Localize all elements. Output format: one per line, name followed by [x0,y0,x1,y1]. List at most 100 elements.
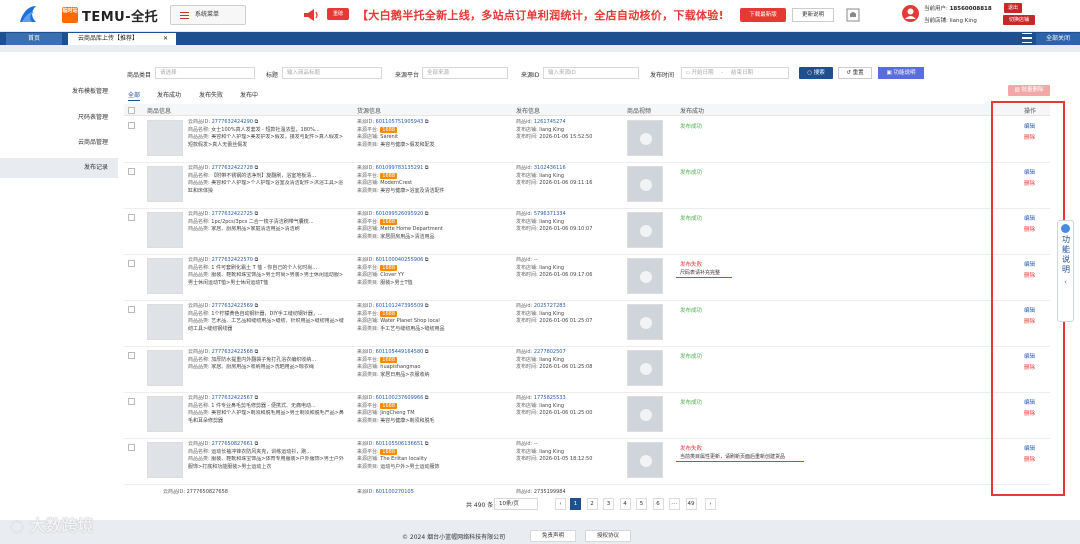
product-info: 云商品ID: 2777632422568 ⧉ 商品名称: 加厚防水提重内外翻袋子免… [188,349,317,370]
title-input[interactable]: 输入商品标题 [282,67,382,79]
product-video-thumbnail[interactable] [627,166,663,202]
switch-store-button[interactable]: 切换店铺 [1003,15,1035,25]
publish-status: 发布失败 [680,446,703,452]
reset-button[interactable]: ↺ 重置 [838,67,872,79]
source-shop: JingCheng TM [380,410,415,416]
temu-product-id: 3102436116 [533,165,566,171]
tab-home[interactable]: 首页 [6,33,62,45]
product-video-thumbnail[interactable] [627,304,663,340]
tab-cloud-upload[interactable]: 云商品库上传【推荐】 ✕ [68,33,176,45]
publish-time: 2026-01-05 18:12:50 [539,456,593,462]
product-video-thumbnail[interactable] [627,212,663,248]
product-thumbnail[interactable] [147,258,183,294]
row-checkbox[interactable] [128,168,135,175]
date-range-picker[interactable]: ▫ 开始日期 - 结束日期 [681,67,789,79]
temu-product-id: 2277802507 [533,349,566,355]
product-thumbnail[interactable] [147,304,183,340]
subtab-failed[interactable]: 发布失败 [199,90,223,99]
page-button[interactable]: 2 [586,498,598,510]
partial-row-cloud-id: 云商品ID: 2777650827658 [163,489,228,494]
logout-button[interactable]: 退出 [1004,3,1022,13]
update-notes-button[interactable]: 更新说明 [792,8,834,22]
row-divider [124,254,1050,255]
subtab-all[interactable]: 全部 [128,90,141,101]
page-button[interactable]: 1 [570,498,581,510]
close-tab-icon[interactable]: ✕ [163,33,168,45]
end-date-field[interactable]: 结束日期 [731,70,753,76]
batch-delete-label: 批量删除 [1021,87,1044,93]
partial-row-source-id: 来源ID: 601100270105 [357,489,414,494]
app-logo-icon [20,6,36,22]
select-all-checkbox[interactable] [128,107,135,114]
sidebar-item-size-chart[interactable]: 尺码表管理 [0,108,118,128]
row-checkbox[interactable] [128,398,135,405]
page-button[interactable]: 3 [603,498,614,510]
page-size-select[interactable]: 10条/页 [494,498,538,510]
product-thumbnail[interactable] [147,350,183,386]
page-button[interactable]: 4 [619,498,631,510]
publish-time: 2026-01-06 01:25:08 [539,364,593,370]
product-category: 服装、鞋靴和珠宝饰品>男士时尚>男装>男士休闲运动服>男士休闲运动T恤>男士休闲… [188,272,344,286]
row-checkbox[interactable] [128,214,135,221]
row-checkbox[interactable] [128,260,135,267]
source-platform-select[interactable]: 全部来源 [422,67,508,79]
page-ellipsis[interactable]: ··· [669,498,680,510]
source-category: 美容与健康>剃须和脱毛 [380,417,435,424]
product-name: 加厚防水提重内外翻袋子免打孔浴衣编织收纳... [211,356,317,363]
cloud-product-id: 2777632422570 [211,257,253,263]
collapse-icon[interactable]: ‹ [1058,275,1073,289]
agreement-button[interactable]: 授权协议 [585,530,631,542]
reset-button-label: 重置 [852,70,864,76]
product-name: 运动长袖冲锋衣防风夹克，训练运动衫，跑... [211,448,312,455]
product-thumbnail[interactable] [147,212,183,248]
close-all-tabs-button[interactable]: 全部关闭 [1036,33,1080,45]
product-thumbnail[interactable] [147,442,183,478]
product-video-thumbnail[interactable] [627,120,663,156]
product-category: 艺术品、工艺品和缝纫用品>缝纫、针织用品>缝纫用品>缝纫工具>缝纫钢线器 [188,318,344,332]
start-date-field[interactable]: 开始日期 [691,70,713,76]
row-checkbox[interactable] [128,306,135,313]
row-checkbox[interactable] [128,122,135,129]
page-button[interactable]: 49 [685,498,697,510]
feature-guide-button[interactable]: ▣ 功能说明 [878,67,924,79]
product-video-thumbnail[interactable] [627,258,663,294]
product-video-thumbnail[interactable] [627,396,663,432]
next-page-button[interactable]: › [705,498,716,510]
source-category: 手工艺与缝纫用品>缝纫用品 [380,325,445,332]
category-select[interactable]: 请选择 [155,67,255,79]
page-button[interactable]: 6 [652,498,664,510]
sidebar-item-cloud-products[interactable]: 云商品管理 [0,133,118,153]
notification-icon[interactable] [846,8,860,22]
sidebar-item-publish-records[interactable]: 发布记录 [0,158,118,178]
source-info: 来源ID: 601105506136651 ⧉ 来源平台: 1688 来源店铺: T… [357,441,440,470]
publish-time: 2026-01-06 09:10:07 [539,226,593,232]
row-checkbox[interactable] [128,352,135,359]
floating-help-tab[interactable]: 功能说明 ‹ [1057,220,1074,322]
row-divider [124,438,1050,439]
row-checkbox[interactable] [128,444,135,451]
source-id-link: 601100040255906 [375,257,424,263]
download-latest-button[interactable]: 下载最新版 [740,8,786,22]
prev-page-button[interactable]: ‹ [555,498,566,510]
product-thumbnail[interactable] [147,166,183,202]
sidebar-item-templates[interactable]: 发布模板管理 [0,82,118,102]
product-thumbnail[interactable] [147,120,183,156]
page-button[interactable]: 5 [636,498,647,510]
product-video-thumbnail[interactable] [627,442,663,478]
publish-time-label: 发布时间 [650,72,675,79]
product-thumbnail[interactable] [147,396,183,432]
batch-delete-button[interactable]: ▥ 批量删除 [1008,85,1050,96]
tab-list-icon[interactable] [1022,33,1032,43]
feature-guide-label: 功能说明 [893,70,916,76]
subtab-success[interactable]: 发布成功 [157,90,181,99]
announcement-ticker[interactable]: 【大白鹅半托全新上线，多站点订单利润统计，全店自动核价，下载体验! [357,7,724,23]
publish-status: 发布失败 [680,262,703,268]
search-button[interactable]: ○ 搜索 [799,67,833,79]
system-menu-button[interactable]: 系统菜单 [170,5,246,25]
product-info: 云商品ID: 2777632424290 ⧉ 商品名称: 女士100%真人发套发 … [188,119,344,148]
product-video-thumbnail[interactable] [627,350,663,386]
source-id-input[interactable]: 输入来源ID [543,67,639,79]
disclaimer-button[interactable]: 免责声明 [530,530,576,542]
publish-status: 发布成功 [680,170,703,176]
subtab-publishing[interactable]: 发布中 [240,90,258,99]
